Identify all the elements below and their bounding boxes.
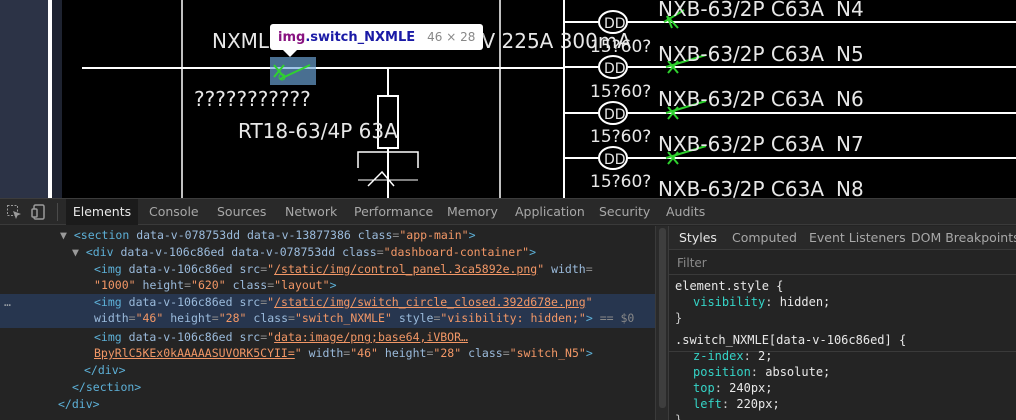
tab-computed[interactable]: Computed bbox=[732, 226, 797, 250]
page-left-margin bbox=[0, 0, 52, 198]
label-unknown: ??????????? bbox=[194, 87, 311, 111]
rule-switch-nxmle: .switch_NXMLE[data-v-106c86ed] { z-index… bbox=[675, 333, 907, 420]
circuit-label: N8 bbox=[836, 177, 864, 198]
dom-node-section-close[interactable]: </section> bbox=[0, 379, 656, 395]
styles-sidebar: Styles Computed Event Listeners DOM Brea… bbox=[668, 226, 1016, 420]
breaker-label: NXB-63/2P C63A bbox=[658, 87, 824, 111]
dd-label-n4: DD bbox=[604, 16, 626, 32]
circuit-label: N4 bbox=[836, 0, 864, 21]
tab-console[interactable]: Console bbox=[149, 199, 199, 225]
wiring-diagram: NXMLE 20V 225A 300mA ??????????? RT18-63… bbox=[82, 0, 1016, 198]
devtools-panel: Elements Console Sources Network Perform… bbox=[0, 198, 1016, 420]
elements-scrollbar[interactable] bbox=[655, 226, 668, 420]
dom-node-section[interactable]: ▼ <section data-v-078753dd data-v-138773… bbox=[0, 227, 656, 243]
tooltip-arrow bbox=[283, 50, 297, 57]
tab-event-listeners[interactable]: Event Listeners bbox=[809, 226, 906, 250]
dd-label-n5: DD bbox=[604, 61, 626, 77]
breaker-label: NXB-63/2P C63A bbox=[658, 42, 824, 66]
circuit-label: N6 bbox=[836, 87, 864, 111]
dom-node-dashboard[interactable]: ▼ <div data-v-106c86ed data-v-078753dd c… bbox=[0, 244, 656, 260]
tab-memory[interactable]: Memory bbox=[447, 199, 498, 225]
tab-audits[interactable]: Audits bbox=[666, 199, 705, 225]
dom-node-img-layout-cont: "1000" height="620" class="layout"> bbox=[94, 278, 337, 292]
breaker-label: NXB-63/2P C63A bbox=[658, 132, 824, 156]
dom-node-outer-close[interactable]: </div> bbox=[0, 396, 656, 412]
dom-node-img-switch-selected[interactable]: … <img data-v-106c86ed src="/static/img/… bbox=[0, 294, 656, 328]
tab-styles[interactable]: Styles bbox=[679, 226, 717, 250]
tooltip-tag: img bbox=[278, 29, 306, 45]
dom-node-img-n5[interactable]: <img data-v-106c86ed src="data:image/png… bbox=[0, 329, 656, 345]
dd-caption: 15?60? bbox=[590, 172, 651, 192]
dom-node-img-n5-cont: BpyRlC5KEx0kAAAAASUVORK5CYII=" width="46… bbox=[94, 346, 593, 360]
inspect-tooltip: img.switch_NXMLE 46 × 28 bbox=[270, 24, 484, 50]
cad-viewport: NXMLE 20V 225A 300mA ??????????? RT18-63… bbox=[0, 0, 1016, 198]
tab-application[interactable]: Application bbox=[515, 199, 585, 225]
dom-node-img-layout[interactable]: <img data-v-106c86ed src="/static/img/co… bbox=[0, 261, 656, 277]
inspect-highlight bbox=[270, 57, 316, 85]
circuit-label: N5 bbox=[836, 42, 864, 66]
cad-canvas: NXMLE 20V 225A 300mA ??????????? RT18-63… bbox=[62, 0, 1016, 198]
dd-caption: 15?60? bbox=[590, 37, 651, 57]
device-toolbar-icon[interactable] bbox=[31, 204, 47, 220]
breaker-label: NXB-63/2P C63A bbox=[658, 177, 824, 198]
styles-tabbar: Styles Computed Event Listeners DOM Brea… bbox=[669, 226, 1016, 250]
tab-network[interactable]: Network bbox=[285, 199, 337, 225]
tooltip-dims: 46 × 28 bbox=[427, 30, 476, 44]
tab-performance[interactable]: Performance bbox=[354, 199, 433, 225]
tab-elements[interactable]: Elements bbox=[66, 199, 138, 225]
styles-filter-input[interactable]: Filter bbox=[669, 251, 1016, 275]
circuit-label: N7 bbox=[836, 132, 864, 156]
dd-caption: 15?60? bbox=[590, 127, 651, 147]
elements-tree: ▼ <section data-v-078753dd data-v-138773… bbox=[0, 226, 668, 420]
tab-sources[interactable]: Sources bbox=[217, 199, 266, 225]
tooltip-class: .switch_NXMLE bbox=[305, 29, 416, 45]
tab-security[interactable]: Security bbox=[599, 199, 650, 225]
devtools-tabbar: Elements Console Sources Network Perform… bbox=[0, 199, 1016, 225]
dom-node-div-close[interactable]: </div> bbox=[0, 362, 656, 378]
dd-label-n7: DD bbox=[604, 152, 626, 168]
inspect-element-icon[interactable] bbox=[6, 204, 22, 220]
dd-caption: 15?60? bbox=[590, 82, 651, 102]
label-rt18-fuse: RT18-63/4P 63A bbox=[238, 119, 398, 143]
rule-element-style: element.style { visibility: hidden; } bbox=[675, 279, 831, 325]
tab-dom-breakpoints[interactable]: DOM Breakpoints bbox=[911, 226, 1016, 250]
breaker-label: NXB-63/2P C63A bbox=[658, 0, 824, 21]
dd-label-n6: DD bbox=[604, 107, 626, 123]
